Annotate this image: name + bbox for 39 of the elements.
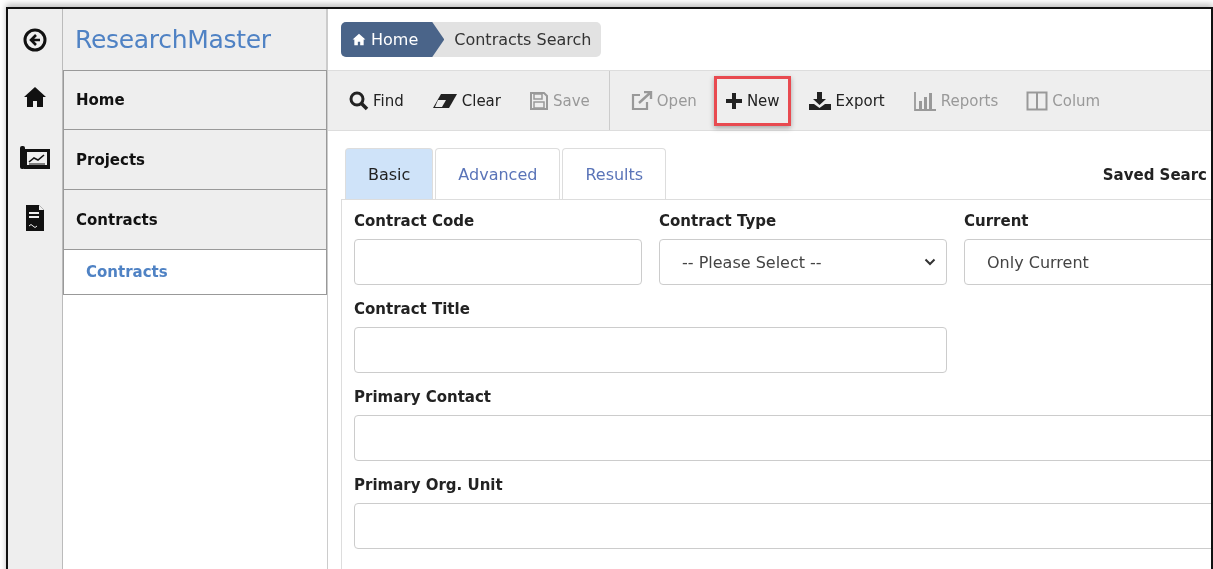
columns-icon — [1026, 90, 1049, 111]
tab[interactable]: Advanced — [435, 148, 561, 199]
chart-icon[interactable] — [19, 144, 51, 170]
breadcrumb-item: Contracts Search — [453, 29, 593, 51]
document-icon[interactable] — [25, 204, 45, 232]
chevron-down-icon — [924, 258, 936, 266]
field-label: Primary Org. Unit — [354, 476, 504, 494]
app-title: ResearchMaster — [75, 25, 271, 54]
field-label: Primary Contact — [354, 388, 493, 406]
sidebar-subitem[interactable]: Contracts — [63, 250, 327, 295]
breadcrumb-home-link[interactable]: Home — [341, 22, 445, 57]
field-label: Contract Code — [354, 212, 476, 230]
dropdown-field[interactable]: Only Current — [964, 239, 1211, 285]
tab[interactable]: Basic — [345, 148, 434, 199]
search-icon — [349, 90, 369, 111]
input-field[interactable] — [354, 239, 642, 285]
home-icon — [352, 33, 366, 46]
sidebar-item[interactable]: Contracts — [63, 190, 327, 250]
bar-chart-icon — [912, 90, 937, 111]
field-label: Contract Title — [354, 300, 471, 318]
external-link-icon — [630, 90, 653, 111]
input-field[interactable] — [354, 503, 1211, 549]
dropdown-field[interactable]: -- Please Select -- — [659, 239, 947, 285]
toolbar-button[interactable]: Clear — [420, 75, 512, 126]
home-icon[interactable] — [23, 86, 47, 108]
plus-icon — [724, 91, 743, 110]
tab[interactable]: Results — [562, 148, 667, 199]
saved-searches-label: Saved Searc — [1102, 165, 1207, 184]
toolbar-button[interactable]: Find — [338, 74, 415, 127]
toolbar-button[interactable]: New — [713, 75, 791, 126]
input-field[interactable] — [354, 327, 947, 373]
download-icon — [807, 90, 832, 111]
eraser-icon — [431, 92, 458, 109]
input-field[interactable] — [354, 415, 1211, 461]
toolbar-button[interactable]: Export — [796, 74, 896, 127]
sidebar-item[interactable]: Home — [63, 70, 327, 130]
field-label: Contract Type — [659, 212, 778, 230]
field-label: Current — [964, 212, 1030, 230]
sidebar-item[interactable]: Projects — [63, 130, 327, 190]
